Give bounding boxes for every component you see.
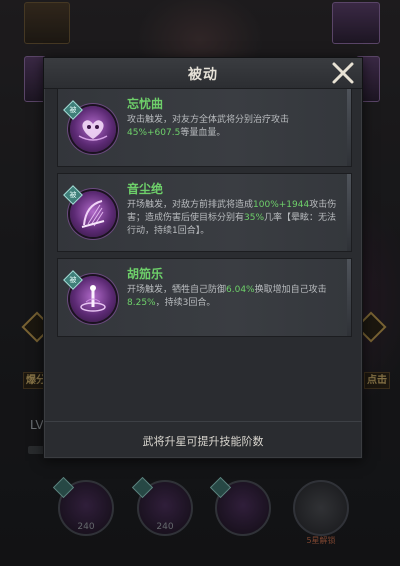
close-icon — [332, 62, 354, 84]
skill-description: 攻击触发，对友方全体武将分别治疗攻击45%+607.5等量血量。 — [127, 115, 290, 138]
skill-card-wangyouqu: 被 忘忧曲 攻击触发，对友方全体武将分别治疗攻击45%+607.5等量血量。 — [57, 88, 352, 167]
dialog-footer: 武将升星可提升技能阶数 — [44, 421, 362, 450]
skill-name: 音尘绝 — [127, 182, 164, 196]
skill-description: 开场触发，对敌方前排武将造成100%+1944攻击伤害；造成伤害后使目标分别有3… — [127, 200, 337, 236]
skill-name: 胡笳乐 — [127, 267, 164, 281]
star-upgrade-hint: 武将升星可提升技能阶数 — [142, 435, 264, 448]
skill-card-yinchenjue: 被 音尘绝 开场触发，对敌方前排武将造成100%+1944攻击伤害；造成伤害后使… — [57, 173, 352, 252]
dialog-title: 被动 — [188, 67, 218, 83]
dialog-header: 被动 — [44, 58, 362, 89]
close-button[interactable] — [326, 56, 360, 90]
skill-description: 开场触发，牺牲自己防御6.04%换取增加自己攻击8.25%，持续3回合。 — [127, 285, 327, 308]
skill-card-hujiayue: 被 胡笳乐 开场触发，牺牲自己防御6.04%换取增加自己攻击8.25%，持续3回… — [57, 258, 352, 337]
passive-skills-dialog: 被动 被 忘忧曲 攻击触发，对友方全体武将分别治疗攻击45%+607.5等量血量… — [43, 57, 363, 459]
skill-name: 忘忧曲 — [127, 97, 164, 111]
